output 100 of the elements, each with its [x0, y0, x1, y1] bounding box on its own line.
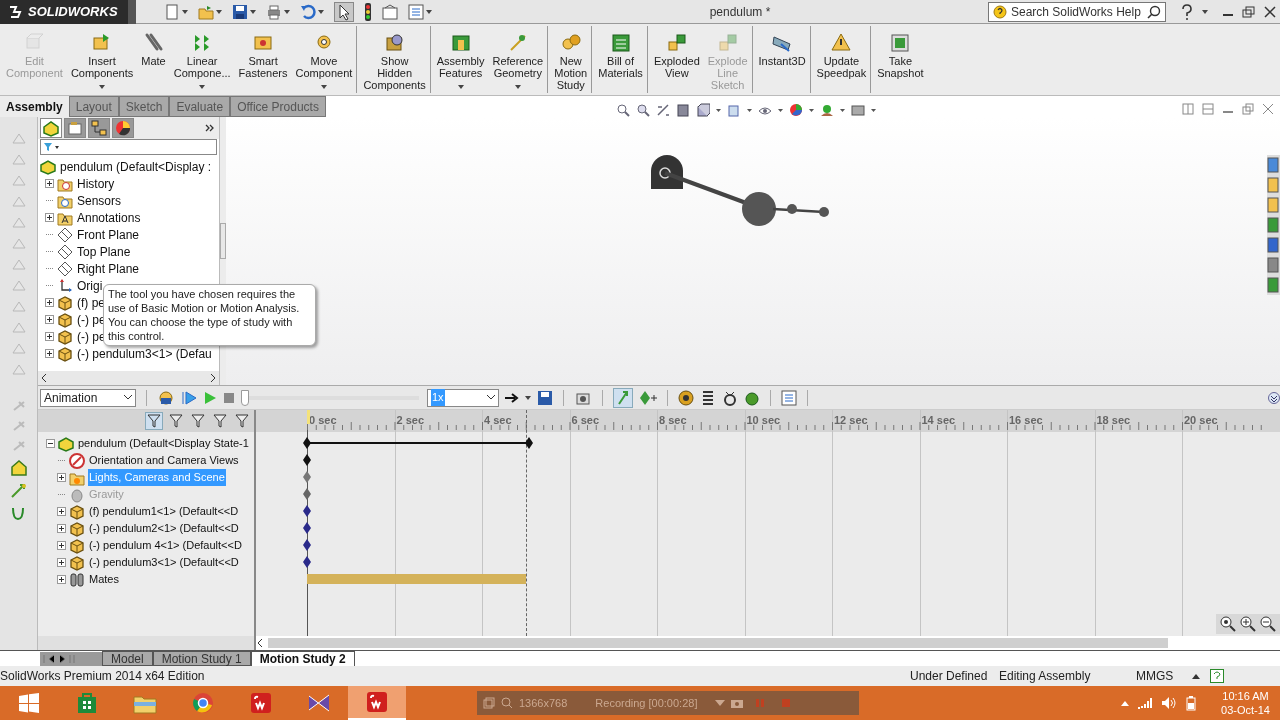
select-pointer-icon[interactable] [334, 1, 354, 22]
key-point-icon[interactable] [302, 521, 312, 535]
ribbon-button[interactable]: Reference Geometry [488, 26, 549, 93]
expand-icon[interactable] [57, 524, 66, 533]
time-bar-handle[interactable] [307, 410, 310, 424]
file-properties-icon[interactable] [382, 3, 398, 20]
collapse-icon[interactable] [46, 439, 55, 448]
tree-item[interactable]: pendulum (Default<Display State-1 [77, 435, 250, 452]
zoom-to-fit-icon[interactable] [1220, 616, 1236, 632]
help-menu-icon[interactable] [1180, 3, 1194, 20]
key-point-icon[interactable] [302, 504, 312, 518]
view-settings-icon[interactable] [851, 103, 865, 117]
study-type-dropdown[interactable]: Animation [40, 388, 136, 407]
filter-results-icon[interactable] [211, 412, 229, 430]
dropdown-arrow-icon[interactable] [182, 9, 188, 14]
tree-item[interactable]: Front Plane [76, 225, 141, 244]
results-plot-icon[interactable] [781, 389, 797, 406]
tree-scrollbar[interactable] [38, 636, 254, 650]
filter-selected-icon[interactable] [189, 412, 207, 430]
expand-icon[interactable] [45, 332, 54, 341]
dropdown-arrow-icon[interactable] [250, 9, 256, 14]
key-span-drawing[interactable] [302, 436, 534, 450]
dropdown-arrow-icon[interactable] [284, 9, 290, 14]
tree-item[interactable]: Origi [76, 276, 104, 295]
panel-collapse-handle[interactable] [220, 223, 226, 259]
zoom-out-icon[interactable] [1260, 616, 1276, 632]
zoom-fit-icon[interactable] [616, 103, 630, 117]
expand-icon[interactable] [57, 507, 66, 516]
key-point-icon[interactable] [302, 555, 312, 569]
zoom-icon[interactable] [501, 697, 513, 709]
spring-icon[interactable] [700, 389, 716, 406]
dropdown-arrow-icon[interactable] [778, 108, 783, 112]
tree-item[interactable]: Mates [88, 571, 120, 588]
tree-item[interactable]: Sensors [76, 191, 123, 210]
show-hidden-icons-icon[interactable] [1121, 700, 1130, 706]
units-menu-icon[interactable] [1192, 673, 1200, 679]
key-point-icon[interactable] [302, 538, 312, 552]
dropdown-arrow-icon[interactable] [871, 108, 876, 112]
zoom-in-icon[interactable] [1240, 616, 1256, 632]
dropdown-arrow-icon[interactable] [199, 85, 206, 89]
camera-icon[interactable] [731, 698, 744, 708]
timeline-scrollbar[interactable] [256, 636, 1280, 650]
tree-item[interactable]: History [76, 174, 116, 193]
study-tab[interactable]: Motion Study 1 [152, 651, 251, 666]
display-style-icon[interactable] [727, 103, 741, 117]
dropdown-arrow-icon[interactable] [525, 395, 531, 400]
expand-icon[interactable] [57, 558, 66, 567]
dropdown-arrow-icon[interactable] [99, 85, 106, 89]
dropdown-arrow-icon[interactable] [809, 108, 814, 112]
filter-animated-icon[interactable] [145, 412, 163, 430]
dropdown-arrow-icon[interactable] [318, 9, 324, 14]
battery-icon[interactable] [1185, 695, 1198, 711]
tree-item[interactable]: (-) pendulum3<1> (Defau [76, 344, 213, 363]
expand-icon[interactable] [45, 179, 54, 188]
ribbon-button[interactable]: New Motion Study [550, 26, 593, 93]
expand-icon[interactable] [57, 473, 66, 482]
appearance-icon[interactable] [789, 103, 803, 117]
dropdown-arrow-icon[interactable] [320, 85, 327, 89]
tree-item[interactable]: Top Plane [76, 242, 132, 261]
tree-item[interactable]: Orientation and Camera Views [88, 452, 240, 469]
motor-icon[interactable] [678, 389, 694, 406]
expand-icon[interactable] [45, 298, 54, 307]
dropdown-arrow-icon[interactable] [716, 108, 721, 112]
expand-icon[interactable] [45, 213, 54, 222]
ribbon-button[interactable]: Smart Fasteners [234, 26, 292, 93]
appearance-manager-tab[interactable] [112, 118, 134, 138]
menu-expand-handle[interactable] [128, 0, 136, 24]
restore-icon[interactable] [1242, 5, 1256, 18]
appearances-icon[interactable] [1267, 237, 1279, 253]
scene-icon[interactable] [820, 103, 834, 117]
ribbon-button[interactable]: Update Speedpak [812, 26, 872, 93]
ribbon-button[interactable]: Assembly Features [432, 26, 489, 93]
ribbon-button[interactable]: Exploded View [649, 26, 704, 93]
tree-item[interactable]: Annotations [76, 208, 142, 227]
expand-icon[interactable] [57, 541, 66, 550]
tree-item[interactable]: pendulum (Default<Display : [59, 157, 213, 176]
view-orientation-icon[interactable] [696, 103, 710, 117]
feature-manager-tab[interactable] [40, 118, 62, 138]
ribbon-button[interactable]: Instant3D [754, 26, 811, 93]
playback-slider[interactable] [241, 389, 419, 406]
tree-item[interactable]: (-) pendulum2<1> (Default<<D [88, 520, 240, 537]
contact-icon[interactable] [722, 389, 738, 406]
print-icon[interactable] [266, 3, 282, 20]
section-view-icon[interactable] [676, 103, 690, 117]
signal-icon[interactable] [1137, 697, 1154, 709]
ribbon-button[interactable]: Move Component [291, 26, 358, 93]
command-tab[interactable]: Assembly [0, 96, 69, 117]
traffic-light-icon[interactable] [364, 2, 372, 21]
play-from-start-icon[interactable] [181, 389, 197, 406]
ribbon-button[interactable]: Take Snapshot [873, 26, 928, 93]
dropdown-arrow-icon[interactable] [426, 9, 432, 14]
tree-item[interactable]: (-) pendulum3<1> (Default<<D [88, 554, 240, 571]
tab-scroll-icon[interactable] [40, 652, 102, 666]
autokey-icon[interactable] [613, 387, 633, 408]
dropdown-arrow-icon[interactable] [840, 108, 845, 112]
ribbon-button[interactable]: Insert Components [66, 26, 138, 93]
dropdown-arrow-icon[interactable] [457, 85, 464, 89]
scroll-left-icon[interactable] [41, 374, 47, 382]
expand-icon[interactable] [57, 575, 66, 584]
undo-icon[interactable] [300, 3, 316, 20]
